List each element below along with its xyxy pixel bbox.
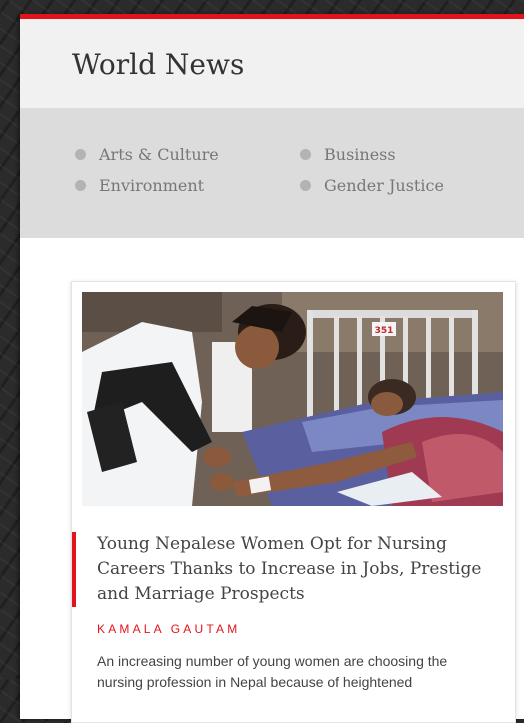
category-link-gender-justice[interactable]: Gender Justice xyxy=(300,176,444,195)
world-news-panel: World News Arts & Culture Business Envir… xyxy=(20,14,524,723)
section-title: World News xyxy=(72,48,245,81)
article-card: 351 Young Nepalese Women Opt for Nursing… xyxy=(71,281,516,723)
category-link-business[interactable]: Business xyxy=(300,145,396,164)
category-label: Business xyxy=(324,145,396,164)
article-excerpt: An increasing number of young women are … xyxy=(97,653,448,690)
category-link-environment[interactable]: Environment xyxy=(75,176,204,195)
category-nav: Arts & Culture Business Environment Gend… xyxy=(20,108,524,238)
bullet-icon xyxy=(75,149,86,160)
article-headline-link[interactable]: Young Nepalese Women Opt for Nursing Car… xyxy=(97,532,517,607)
article-photo[interactable]: 351 xyxy=(82,292,503,506)
category-label: Arts & Culture xyxy=(99,145,219,164)
author-byline[interactable]: KAMALA GAUTAM xyxy=(97,622,240,636)
category-label: Environment xyxy=(99,176,205,195)
category-label: Gender Justice xyxy=(324,176,444,195)
bed-number-label: 351 xyxy=(375,326,394,336)
nurse-patient-image: 351 xyxy=(82,292,503,506)
headline-block: Young Nepalese Women Opt for Nursing Car… xyxy=(72,532,517,607)
section-header: World News xyxy=(20,19,524,108)
bullet-icon xyxy=(300,180,311,191)
bullet-icon xyxy=(75,180,86,191)
category-link-arts-culture[interactable]: Arts & Culture xyxy=(75,145,219,164)
bullet-icon xyxy=(300,149,311,160)
